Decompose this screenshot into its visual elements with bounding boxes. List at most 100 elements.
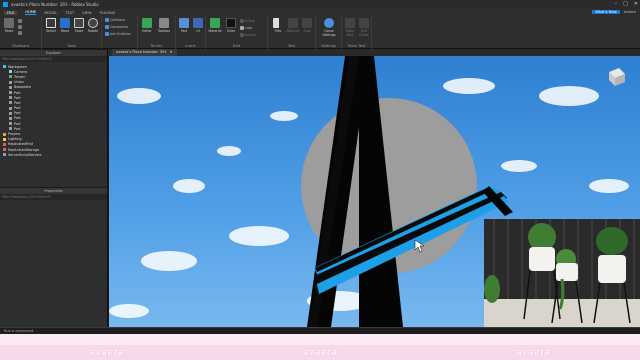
explorer-item-label: Part	[14, 90, 21, 95]
whats-new-button[interactable]: What's New	[592, 10, 620, 14]
select-tool[interactable]: Select	[44, 18, 58, 33]
color-swatch-icon	[226, 18, 236, 28]
clipboard-label: Clipboard	[11, 44, 30, 48]
cursor-icon	[46, 18, 56, 28]
lock-button[interactable]: Lock	[240, 26, 252, 30]
collisions-icon	[105, 18, 109, 22]
tab-view[interactable]: VIEW	[82, 11, 91, 15]
exit-game-button[interactable]: Exit Game	[357, 18, 371, 37]
tools-label: Tools	[67, 44, 76, 48]
ribbon-tab-bar: FILE HOME MODEL TEST VIEW PLUGINS What's…	[0, 9, 640, 16]
join-surfaces-toggle[interactable]: Join Surfaces	[105, 32, 131, 36]
view-cube[interactable]	[609, 68, 625, 86]
branding-text-left: avaeta	[89, 347, 124, 358]
explorer-item-label: ReplicatedFirst	[8, 142, 33, 147]
properties-filter-input[interactable]: Filter Properties (Ctrl+Shift+P)	[0, 194, 107, 200]
document-tab-label: avaeta's Place Number: 391	[116, 50, 167, 54]
constraints-toggle[interactable]: Constraints	[105, 25, 128, 29]
branding-text-center: avaeta	[303, 347, 337, 358]
play-button[interactable]: Play	[271, 18, 285, 33]
ribbon-toolbar: Paste Clipboard Select Move Scale Rotate…	[0, 16, 640, 49]
team-test-icon	[345, 18, 355, 28]
tab-plugins[interactable]: PLUGINS	[100, 11, 115, 15]
resume-button[interactable]: Resume	[286, 18, 300, 33]
edge-plant	[484, 275, 500, 303]
user-name[interactable]: avaeta	[624, 10, 636, 14]
duplicate-button[interactable]	[18, 31, 22, 35]
game-settings-button[interactable]: Game Settings	[322, 18, 336, 37]
explorer-item-icon	[3, 137, 6, 141]
paste-button[interactable]: Paste	[2, 18, 16, 33]
group-icon	[240, 19, 244, 23]
edit-label: Edit	[233, 44, 240, 48]
explorer-item-label: Part	[14, 121, 21, 126]
test-group: Play Resume Stop Test	[268, 16, 316, 49]
toggles-group: Collisions Constraints Join Surfaces	[102, 16, 138, 49]
toolbox-button[interactable]: Toolbox	[157, 18, 171, 33]
cut-icon	[18, 25, 22, 29]
tab-test[interactable]: TEST	[65, 11, 74, 15]
explorer-item-icon	[3, 153, 6, 157]
move-tool[interactable]: Move	[58, 18, 72, 33]
paste-icon	[4, 18, 14, 28]
explorer-item[interactable]: ServerScriptService	[0, 152, 107, 157]
explorer-item-label: Lighting	[8, 137, 22, 142]
explorer-item-icon	[9, 101, 12, 105]
group-button[interactable]: Group	[240, 19, 255, 23]
rotate-icon	[88, 18, 98, 28]
webcam-scene	[484, 219, 640, 327]
explorer-item-label: Part	[14, 111, 21, 116]
toolbox-icon	[159, 18, 169, 28]
stop-button[interactable]: Stop	[300, 18, 314, 33]
part-cube-icon	[179, 18, 189, 28]
explorer-item-label: Terrain	[14, 74, 26, 79]
color-button[interactable]: Color	[224, 18, 238, 33]
exit-game-icon	[359, 18, 369, 28]
minimize-button[interactable]: –	[615, 1, 618, 7]
explorer-item-label: Part	[14, 126, 21, 131]
part-button[interactable]: Part	[177, 18, 191, 33]
material-button[interactable]: Material	[208, 18, 222, 33]
explorer-item-icon	[9, 85, 12, 89]
branding-strip: avaeta avaeta avaeta	[0, 345, 640, 360]
team-test-label: Team Test	[347, 44, 366, 48]
team-test-button[interactable]: Team Test	[343, 18, 357, 37]
anchor-button[interactable]: Anchor	[240, 33, 256, 37]
scale-tool[interactable]: Scale	[72, 18, 86, 33]
command-bar-input[interactable]: Run a command	[0, 327, 640, 334]
file-menu[interactable]: FILE	[4, 10, 18, 15]
tab-model[interactable]: MODEL	[44, 11, 57, 15]
tab-home[interactable]: HOME	[25, 10, 37, 15]
clipboard-group: Paste Clipboard	[0, 16, 42, 49]
collisions-toggle[interactable]: Collisions	[105, 18, 125, 22]
edit-group: Material Color Group Lock Anchor Edit	[206, 16, 268, 49]
close-window-button[interactable]: ✕	[634, 1, 638, 7]
cut-button[interactable]	[18, 25, 22, 29]
terrain-editor-button[interactable]: Editor	[140, 18, 154, 33]
explorer-item-icon	[9, 106, 12, 110]
rotate-tool[interactable]: Rotate	[86, 18, 100, 33]
maximize-button[interactable]: □	[623, 1, 628, 7]
explorer-item-label: Camera	[14, 69, 28, 74]
explorer-item-icon	[9, 91, 12, 95]
explorer-item-icon	[9, 96, 12, 100]
settings-label: Settings	[321, 44, 336, 48]
explorer-item-icon	[3, 148, 6, 152]
constraints-icon	[105, 25, 109, 29]
scale-icon	[74, 18, 84, 28]
close-tab-icon[interactable]: ✕	[170, 49, 173, 56]
document-tab[interactable]: avaeta's Place Number: 391 ✕	[112, 49, 177, 56]
play-icon	[273, 18, 283, 28]
ui-button[interactable]: UI	[191, 18, 205, 33]
explorer-item-label: Baseplate	[14, 85, 31, 90]
copy-button[interactable]	[18, 19, 22, 23]
move-arrows-icon	[60, 18, 70, 28]
explorer-tree: Workspace Camera Terrain Union Baseplate Part…	[0, 62, 107, 157]
explorer-item-icon	[9, 70, 12, 74]
explorer-item-icon	[3, 142, 6, 146]
material-swatch-icon	[210, 18, 220, 28]
explorer-item-label: Part	[14, 106, 21, 111]
explorer-item-icon	[3, 132, 6, 136]
explorer-item-icon	[9, 80, 12, 84]
explorer-item-label: Part	[14, 95, 21, 100]
